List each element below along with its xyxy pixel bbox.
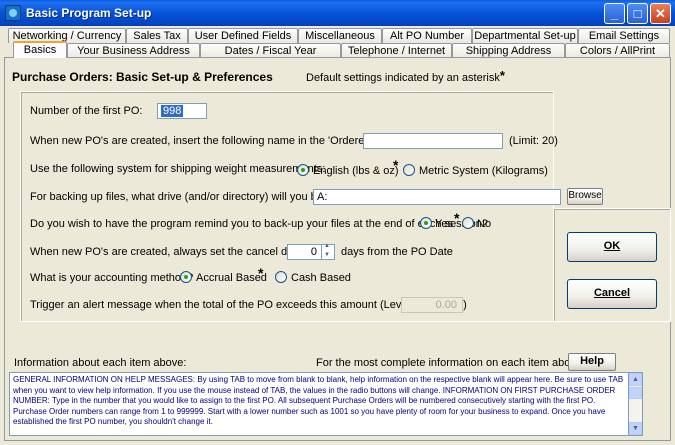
first-po-input[interactable]: 998: [157, 103, 207, 119]
page-heading: Purchase Orders: Basic Set-up & Preferen…: [12, 70, 273, 84]
metric-radio[interactable]: [403, 164, 415, 176]
help-info-label: Information about each item above:: [14, 357, 187, 369]
cancel-days-spinner[interactable]: [322, 243, 335, 260]
close-button[interactable]: ✕: [650, 3, 671, 24]
tab-basics[interactable]: Basics: [13, 41, 67, 58]
english-radio[interactable]: [297, 164, 309, 176]
ordered-by-input[interactable]: [363, 133, 503, 149]
tab-alt-po-number[interactable]: Alt PO Number: [382, 28, 472, 43]
metric-label: Metric System (Kilograms): [419, 165, 548, 177]
accounting-label: What is your accounting method?: [30, 272, 194, 284]
remind-no-radio[interactable]: [462, 217, 474, 229]
cash-label: Cash Based: [291, 272, 351, 284]
first-po-value: 998: [161, 105, 184, 117]
maximize-button[interactable]: □: [627, 3, 648, 24]
tab-user-defined-fields[interactable]: User Defined Fields: [188, 28, 298, 43]
alert-amount-input[interactable]: 0.00: [401, 297, 463, 313]
english-default-asterisk: *: [393, 157, 399, 173]
browse-button[interactable]: Browse: [567, 188, 603, 205]
cancel-date-label: When new PO's are created, always set th…: [30, 246, 315, 258]
accrual-label: Accrual Based: [196, 272, 267, 284]
remind-yes-default-asterisk: *: [454, 210, 460, 226]
cancel-days-input[interactable]: 0: [287, 244, 322, 260]
basics-panel: Purchase Orders: Basic Set-up & Preferen…: [4, 57, 671, 441]
help-scrollbar[interactable]: ▲ ▼: [629, 372, 643, 436]
scroll-up-icon[interactable]: ▲: [629, 373, 642, 386]
cancel-date-suffix: days from the PO Date: [341, 246, 453, 258]
window-title: Basic Program Set-up: [26, 6, 152, 20]
tab-email-settings[interactable]: Email Settings: [578, 28, 670, 43]
remind-yes-label: Yes: [435, 218, 453, 230]
ordered-by-label: When new PO's are created, insert the fo…: [30, 135, 420, 147]
first-po-label: Number of the first PO:: [30, 105, 143, 117]
english-label: English (lbs & oz): [313, 165, 399, 177]
scroll-thumb[interactable]: [629, 387, 642, 399]
scroll-down-icon[interactable]: ▼: [629, 422, 642, 435]
settings-group: Number of the first PO: 998 When new PO'…: [20, 91, 603, 322]
asterisk-marker: *: [499, 68, 505, 83]
app-icon: [5, 5, 21, 21]
tab-miscellaneous[interactable]: Miscellaneous: [298, 28, 382, 43]
default-note-text: Default settings indicated by an asteris…: [306, 72, 500, 84]
default-note: Default settings indicated by an asteris…: [306, 69, 505, 84]
basic-setup-window: Basic Program Set-up _ □ ✕ Networking / …: [0, 0, 675, 445]
cancel-button[interactable]: Cancel: [567, 279, 657, 309]
ordered-by-limit: (Limit: 20): [509, 135, 558, 147]
tab-colors-allprint[interactable]: Colors / AllPrint: [565, 43, 670, 58]
action-group: OK Cancel: [553, 208, 671, 322]
tab-sales-tax[interactable]: Sales Tax: [126, 28, 188, 43]
minimize-button[interactable]: _: [604, 3, 625, 24]
tab-telephone-internet[interactable]: Telephone / Internet: [341, 43, 452, 58]
backup-drive-input[interactable]: A:: [313, 189, 561, 205]
tab-your-business-address[interactable]: Your Business Address: [67, 43, 200, 58]
tab-dates-fiscal-year[interactable]: Dates / Fiscal Year: [200, 43, 341, 58]
help-button[interactable]: Help: [568, 353, 616, 371]
backup-drive-label: For backing up files, what drive (and/or…: [30, 191, 359, 203]
ok-button[interactable]: OK: [567, 232, 657, 262]
tab-departmental-setup[interactable]: Departmental Set-up: [472, 28, 578, 43]
help-text-box[interactable]: GENERAL INFORMATION ON HELP MESSAGES: By…: [9, 372, 629, 436]
tab-shipping-address[interactable]: Shipping Address: [452, 43, 565, 58]
remind-yes-radio[interactable]: [420, 217, 432, 229]
cash-radio[interactable]: [275, 271, 287, 283]
remind-no-label: No: [477, 218, 492, 230]
accrual-radio[interactable]: [180, 271, 192, 283]
title-bar[interactable]: Basic Program Set-up _ □ ✕: [0, 0, 675, 26]
accrual-default-asterisk: *: [258, 265, 264, 281]
shipping-weight-label: Use the following system for shipping we…: [30, 163, 326, 175]
